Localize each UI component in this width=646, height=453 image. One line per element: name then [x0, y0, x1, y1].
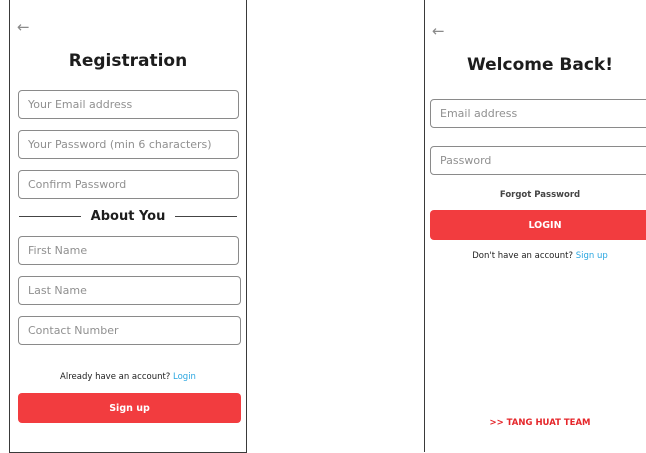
password-input[interactable]: [19, 131, 238, 158]
last-name-input[interactable]: [19, 277, 240, 304]
contact-number-field[interactable]: [18, 316, 241, 345]
contact-number-input[interactable]: [19, 317, 240, 344]
divider-line-right: [175, 215, 238, 217]
password-input[interactable]: [431, 147, 646, 174]
signup-link[interactable]: Sign up: [576, 251, 608, 261]
signup-prompt: Don't have an account? Sign up: [425, 251, 646, 261]
email-input[interactable]: [431, 100, 646, 127]
team-credit: >> TANG HUAT TEAM: [489, 418, 591, 428]
page-title: Welcome Back!: [467, 55, 613, 75]
sign-up-button[interactable]: Sign up: [18, 393, 241, 423]
login-screen: ← Welcome Back! Forgot Password LOGIN Do…: [424, 0, 646, 452]
email-field[interactable]: [430, 99, 646, 128]
back-arrow-icon[interactable]: ←: [432, 24, 445, 39]
first-name-input[interactable]: [19, 237, 238, 264]
first-name-field[interactable]: [18, 236, 239, 265]
registration-screen: ← Registration About You Already have an…: [9, 0, 247, 453]
email-input[interactable]: [19, 91, 238, 118]
back-arrow-icon[interactable]: ←: [17, 20, 30, 35]
forgot-password-link[interactable]: Forgot Password: [425, 190, 646, 200]
login-prompt: Already have an account? Login: [10, 372, 246, 382]
login-button[interactable]: LOGIN: [430, 210, 646, 240]
login-link[interactable]: Login: [173, 372, 196, 382]
page-title: Registration: [68, 51, 188, 71]
email-field[interactable]: [18, 90, 239, 119]
confirm-password-input[interactable]: [19, 171, 238, 198]
login-prompt-text: Already have an account?: [60, 372, 171, 382]
last-name-field[interactable]: [18, 276, 241, 305]
divider-line-left: [19, 215, 81, 217]
signup-prompt-text: Don't have an account?: [472, 251, 573, 261]
section-divider: About You: [19, 207, 238, 225]
section-title: About You: [90, 208, 166, 224]
confirm-password-field[interactable]: [18, 170, 239, 199]
password-field[interactable]: [18, 130, 239, 159]
password-field[interactable]: [430, 146, 646, 175]
